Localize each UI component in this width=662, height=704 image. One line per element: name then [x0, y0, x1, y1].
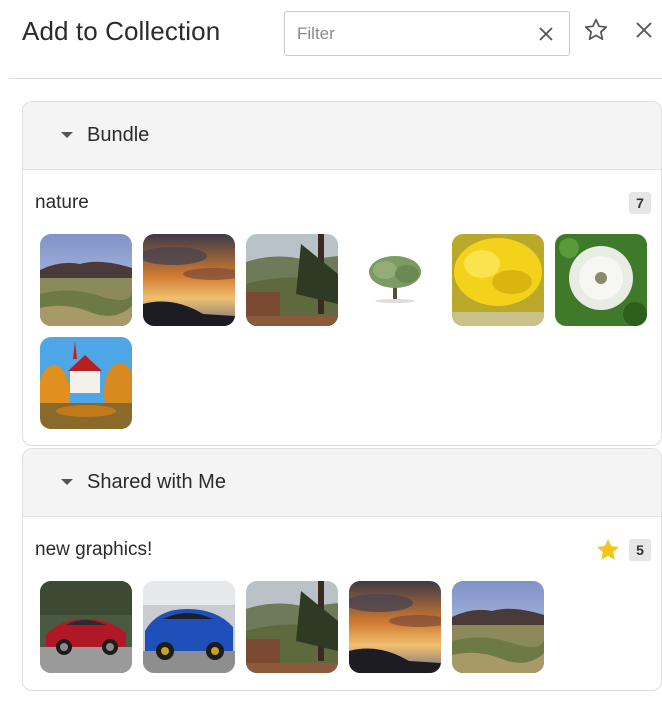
collection-name: new graphics!: [35, 539, 153, 560]
count-badge: 5: [629, 539, 651, 561]
section-title: Shared with Me: [87, 471, 226, 493]
caret-down-icon: [61, 132, 73, 138]
star-outline-icon[interactable]: [582, 16, 610, 44]
thumbnail-hills-field[interactable]: [452, 581, 544, 673]
thumbnail-pine-valley[interactable]: [246, 234, 338, 326]
thumbnail-sunset-clouds[interactable]: [143, 234, 235, 326]
section-shared-with-me: Shared with Me new graphics! 5: [22, 448, 662, 691]
thumbnail-dandelion-seedhead[interactable]: [555, 234, 647, 326]
section-title: Bundle: [87, 124, 150, 146]
thumbnail-pine-valley[interactable]: [246, 581, 338, 673]
thumbnail-grid: [23, 230, 661, 440]
filter-field[interactable]: [284, 11, 570, 56]
collection-name: nature: [35, 192, 89, 213]
collection-row[interactable]: nature 7: [23, 170, 661, 230]
caret-down-icon: [61, 479, 73, 485]
thumbnail-red-sports-car[interactable]: [40, 581, 132, 673]
filter-input[interactable]: [297, 22, 527, 46]
count-badge: 7: [629, 192, 651, 214]
thumbnail-lone-tree[interactable]: [349, 234, 441, 326]
star-filled-icon: [595, 537, 621, 563]
thumbnail-grid: [23, 577, 661, 687]
thumbnail-red-church-autumn[interactable]: [40, 337, 132, 429]
panel-header: Add to Collection: [0, 0, 662, 78]
page-title: Add to Collection: [22, 16, 221, 46]
thumbnail-sunset-clouds[interactable]: [349, 581, 441, 673]
thumbnail-hills-field[interactable]: [40, 234, 132, 326]
close-icon[interactable]: [533, 21, 559, 47]
thumbnail-blue-rally-car[interactable]: [143, 581, 235, 673]
collection-row[interactable]: new graphics! 5: [23, 517, 661, 577]
header-divider: [9, 78, 662, 79]
thumbnail-yellow-flower[interactable]: [452, 234, 544, 326]
section-header-bundle[interactable]: Bundle: [23, 102, 661, 170]
section-bundle: Bundle nature 7: [22, 101, 662, 446]
section-header-shared[interactable]: Shared with Me: [23, 449, 661, 517]
close-icon[interactable]: [630, 16, 658, 44]
